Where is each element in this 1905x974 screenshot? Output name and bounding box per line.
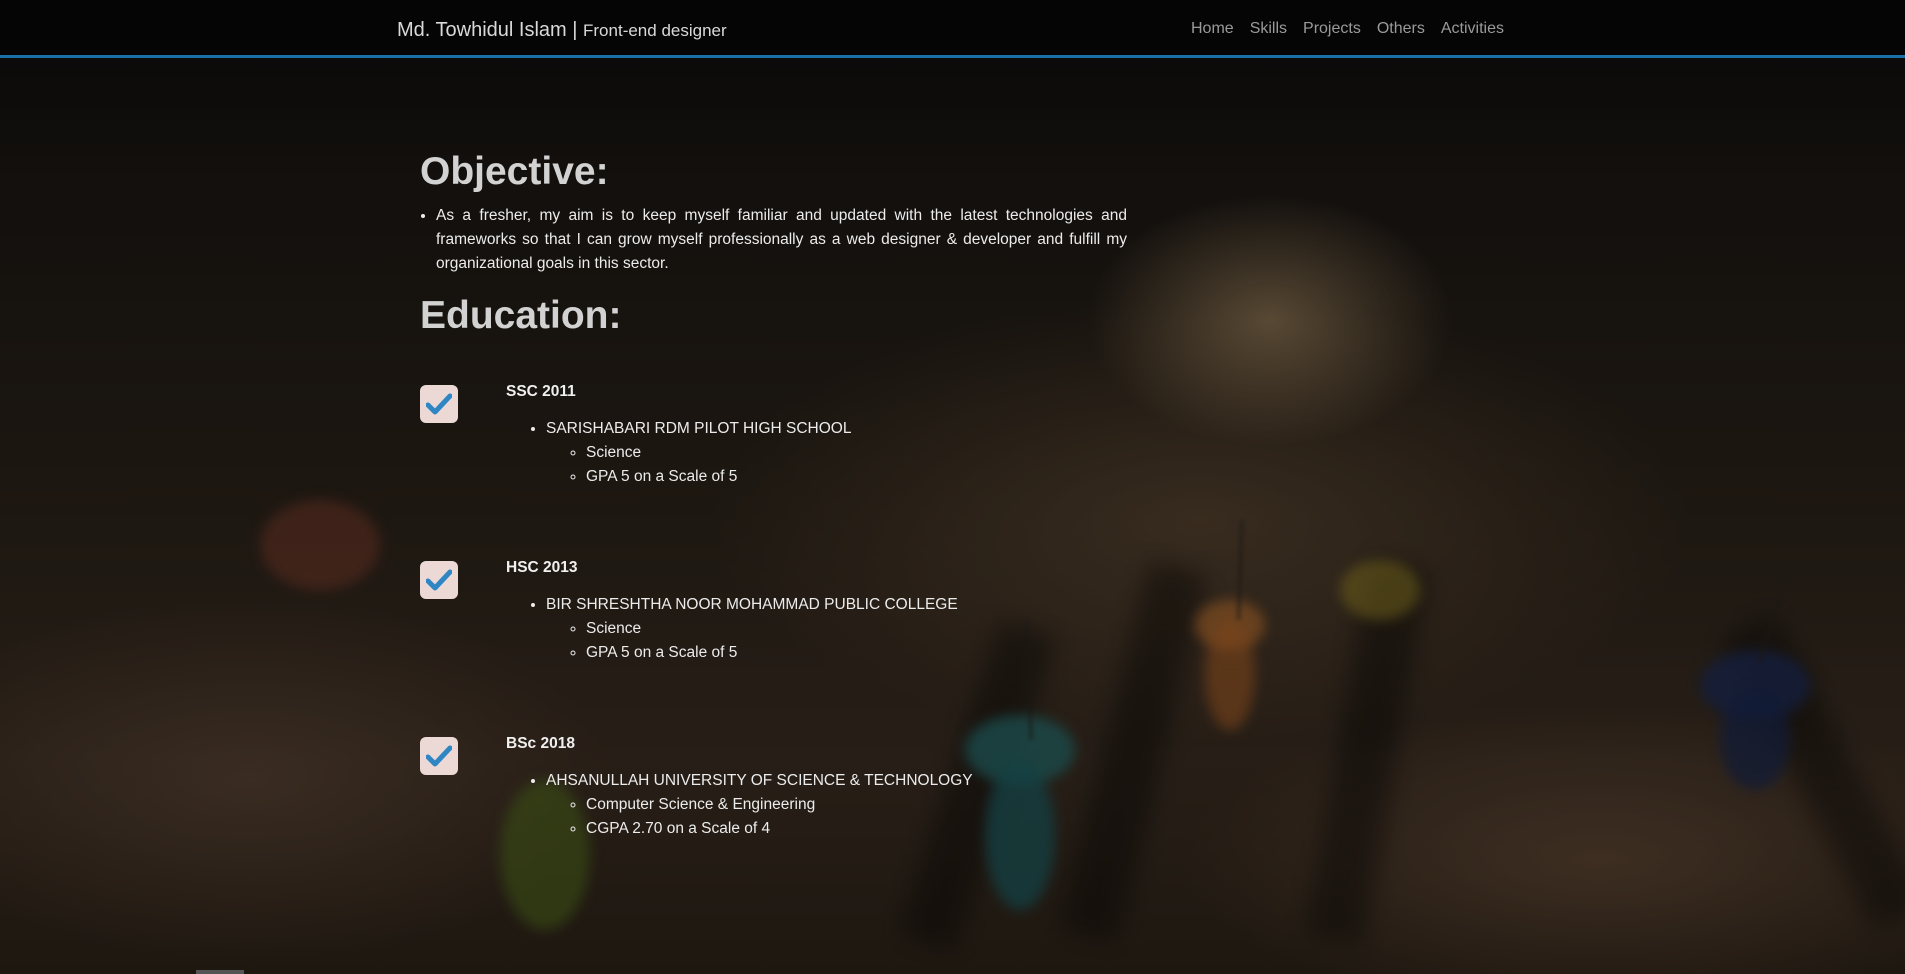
detail-list: Computer Science & Engineering CGPA 2.70… <box>546 793 973 841</box>
education-heading: Education: <box>420 294 622 337</box>
institution-list: BIR SHRESHTHA NOOR MOHAMMAD PUBLIC COLLE… <box>506 593 958 665</box>
scrollbar-thumb[interactable] <box>196 970 244 974</box>
objective-list: As a fresher, my aim is to keep myself f… <box>420 204 1127 276</box>
detail-list: Science GPA 5 on a Scale of 5 <box>546 441 851 489</box>
education-title: SSC 2011 <box>506 383 576 400</box>
detail-item: GPA 5 on a Scale of 5 <box>586 641 958 665</box>
nav-link-activities[interactable]: Activities <box>1441 20 1504 38</box>
check-icon <box>420 561 458 599</box>
brand-name: Md. Towhidul Islam | <box>397 19 578 41</box>
main-content: Objective: As a fresher, my aim is to ke… <box>420 150 1127 338</box>
institution-name: SARISHABARI RDM PILOT HIGH SCHOOL Scienc… <box>546 417 851 489</box>
detail-item: Science <box>586 441 851 465</box>
detail-item: GPA 5 on a Scale of 5 <box>586 465 851 489</box>
education-title: BSc 2018 <box>506 735 575 752</box>
navbar: Md. Towhidul Islam | Front-end designer … <box>0 0 1905 58</box>
education-title: HSC 2013 <box>506 559 578 576</box>
nav-link-skills[interactable]: Skills <box>1250 20 1287 38</box>
brand-role: Front-end designer <box>583 21 727 40</box>
detail-item: Science <box>586 617 958 641</box>
objective-text: As a fresher, my aim is to keep myself f… <box>436 204 1127 276</box>
nav-link-home[interactable]: Home <box>1191 20 1234 38</box>
brand[interactable]: Md. Towhidul Islam | Front-end designer <box>397 19 727 42</box>
check-icon <box>420 385 458 423</box>
detail-item: Computer Science & Engineering <box>586 793 973 817</box>
institution-list: SARISHABARI RDM PILOT HIGH SCHOOL Scienc… <box>506 417 851 489</box>
objective-heading: Objective: <box>420 150 609 193</box>
nav-link-projects[interactable]: Projects <box>1303 20 1361 38</box>
detail-list: Science GPA 5 on a Scale of 5 <box>546 617 958 665</box>
institution-list: AHSANULLAH UNIVERSITY OF SCIENCE & TECHN… <box>506 769 973 841</box>
check-icon <box>420 737 458 775</box>
institution-name: AHSANULLAH UNIVERSITY OF SCIENCE & TECHN… <box>546 769 973 841</box>
nav-link-others[interactable]: Others <box>1377 20 1425 38</box>
detail-item: CGPA 2.70 on a Scale of 4 <box>586 817 973 841</box>
institution-name: BIR SHRESHTHA NOOR MOHAMMAD PUBLIC COLLE… <box>546 593 958 665</box>
nav-links: Home Skills Projects Others Activities <box>1191 20 1520 38</box>
